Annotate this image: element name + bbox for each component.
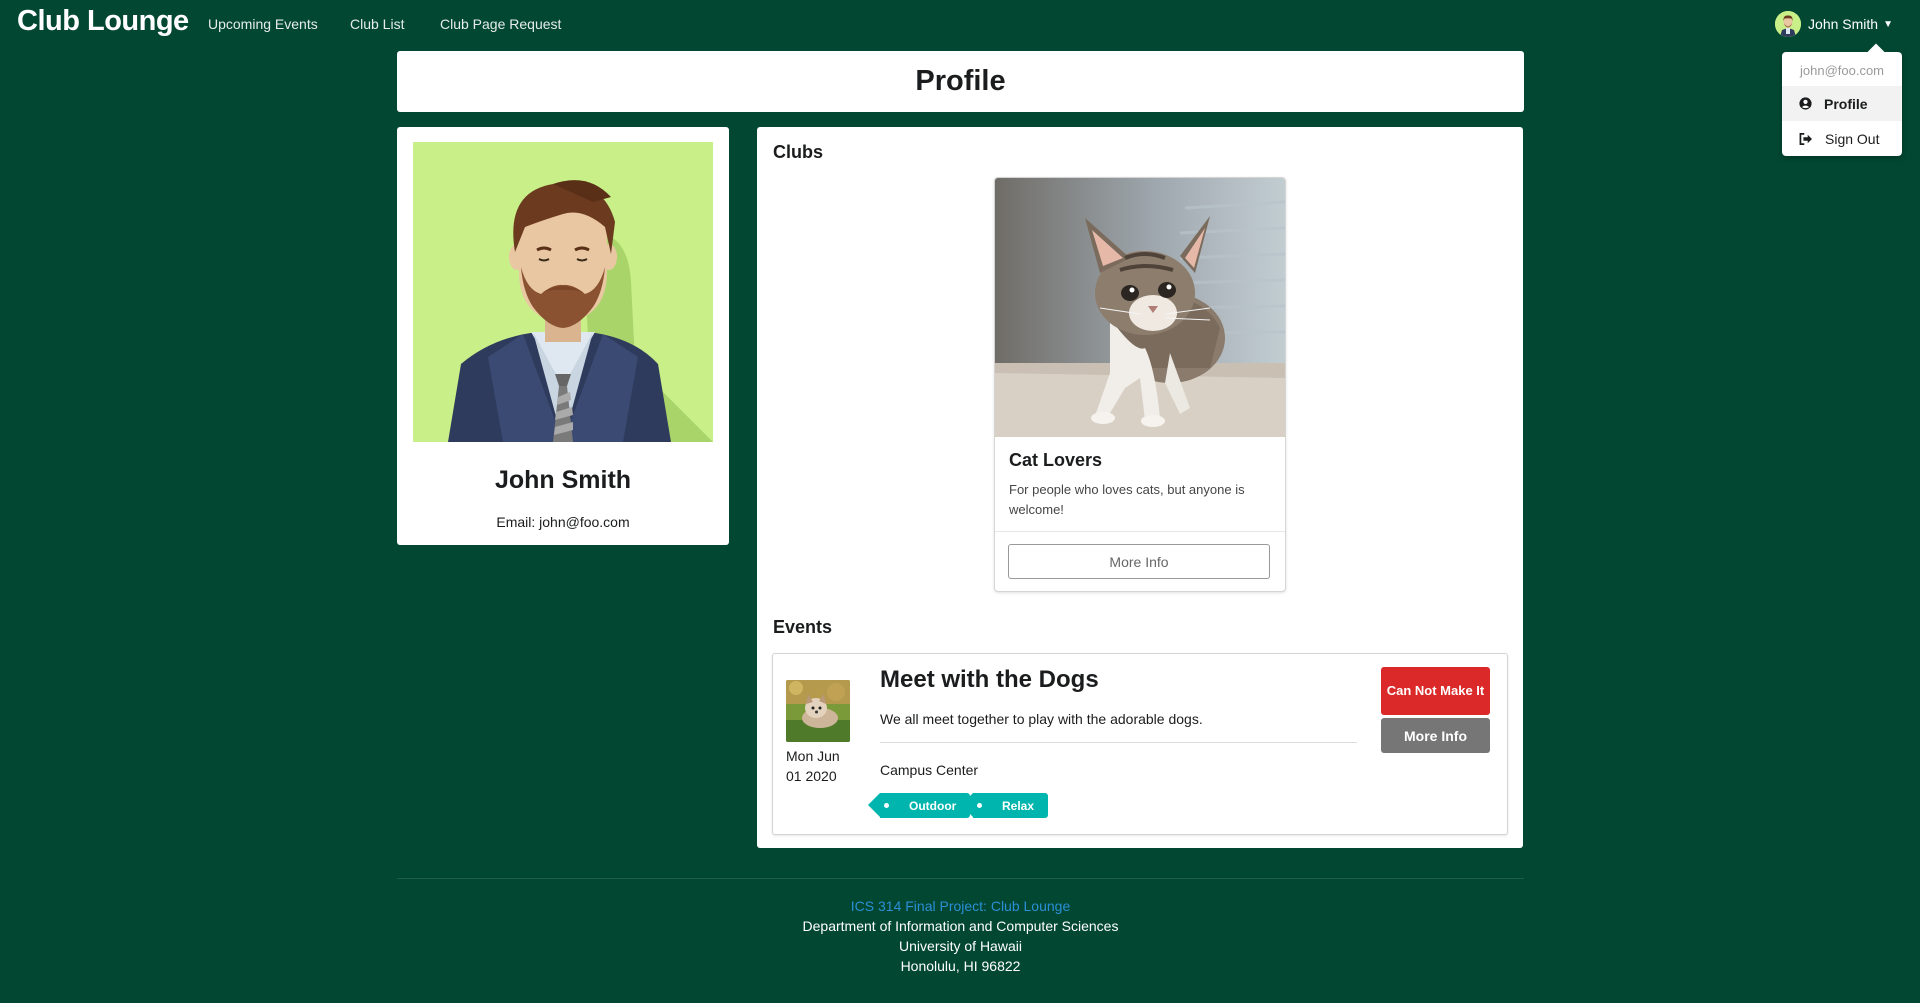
- event-tag-relax[interactable]: Relax: [960, 793, 1049, 818]
- user-name-label: John Smith: [1808, 16, 1879, 32]
- club-image-kitten: [995, 178, 1285, 437]
- user-dropdown-menu: john@foo.com Profile Sign Out: [1782, 52, 1902, 156]
- footer-divider: [397, 878, 1524, 879]
- dropdown-item-sign-out[interactable]: Sign Out: [1782, 121, 1902, 156]
- profile-avatar-image: [413, 142, 713, 442]
- brand-logo[interactable]: Club Lounge: [17, 5, 189, 38]
- event-location: Campus Center: [880, 762, 979, 778]
- top-navbar: Club Lounge Upcoming Events Club List Cl…: [0, 0, 1920, 50]
- cannot-make-it-button[interactable]: Can Not Make It: [1381, 667, 1490, 715]
- page-title-box: Profile: [397, 51, 1524, 112]
- event-tag-outdoor[interactable]: Outdoor: [867, 793, 971, 818]
- club-description: For people who loves cats, but anyone is…: [1009, 482, 1245, 517]
- club-name: Cat Lovers: [1009, 450, 1103, 470]
- nav-club-list[interactable]: Club List: [350, 16, 404, 32]
- profile-name: John Smith: [494, 466, 632, 494]
- event-title: Meet with the Dogs: [880, 666, 1099, 693]
- footer-department: Department of Information and Computer S…: [802, 918, 1119, 934]
- club-card-divider: [995, 531, 1285, 532]
- profile-card: John Smith Email: john@foo.com: [397, 127, 729, 545]
- event-thumbnail-dog: [786, 680, 850, 742]
- footer-address: Honolulu, HI 96822: [900, 958, 1021, 974]
- profile-email: Email: john@foo.com: [496, 514, 630, 530]
- clubs-heading: Clubs: [773, 142, 824, 162]
- page-title: Profile: [915, 65, 1006, 97]
- club-card: Cat Lovers For people who loves cats, bu…: [994, 177, 1286, 592]
- user-avatar: [1775, 11, 1802, 37]
- footer-project-link[interactable]: ICS 314 Final Project: Club Lounge: [397, 896, 1524, 916]
- event-card: Mon Jun 01 2020 Meet with the Dogs We al…: [772, 653, 1508, 835]
- nav-club-page-request[interactable]: Club Page Request: [440, 16, 561, 32]
- nav-upcoming-events[interactable]: Upcoming Events: [208, 16, 318, 32]
- dropdown-item-profile[interactable]: Profile: [1782, 86, 1902, 121]
- event-more-info-button[interactable]: More Info: [1381, 718, 1490, 753]
- user-menu-button[interactable]: John Smith ▼: [1775, 10, 1893, 38]
- dropdown-item-label: Profile: [1824, 95, 1868, 112]
- event-date: Mon Jun 01 2020: [786, 746, 840, 786]
- event-divider: [880, 742, 1357, 743]
- dropdown-email: john@foo.com: [1799, 63, 1885, 78]
- dropdown-item-label: Sign Out: [1825, 130, 1880, 147]
- club-more-info-button[interactable]: More Info: [1008, 544, 1270, 579]
- event-date-line: 01 2020: [786, 768, 837, 784]
- user-circle-icon: [1799, 97, 1812, 110]
- clubs-events-panel: Clubs Cat Lovers For people who loves ca…: [757, 127, 1523, 848]
- event-date-line: Mon Jun: [786, 748, 840, 764]
- events-heading: Events: [773, 617, 833, 637]
- caret-down-icon: ▼: [1883, 18, 1893, 30]
- sign-out-icon: [1799, 132, 1812, 145]
- footer: ICS 314 Final Project: Club Lounge Depar…: [397, 896, 1524, 976]
- event-description: We all meet together to play with the ad…: [880, 711, 1203, 727]
- footer-university: University of Hawaii: [899, 938, 1022, 954]
